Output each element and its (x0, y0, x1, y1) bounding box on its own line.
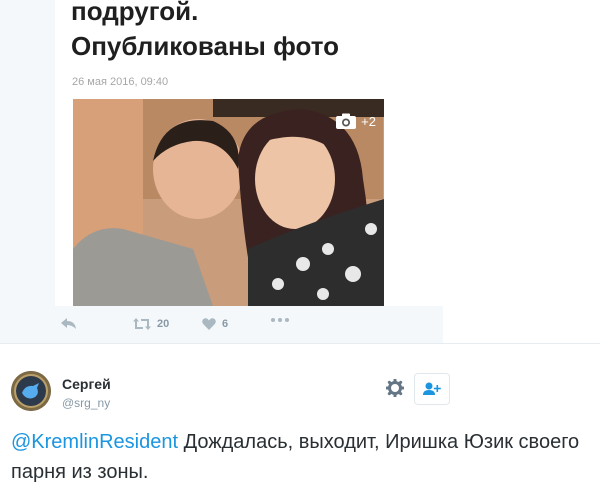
article-photo[interactable]: +2 (73, 99, 384, 306)
author-name[interactable]: Сергей (62, 376, 111, 392)
article-date: 26 мая 2016, 09:40 (72, 76, 169, 88)
retweet-icon (133, 318, 151, 330)
embed-action-bar: 20 6 (0, 306, 443, 343)
settings-button[interactable] (384, 377, 406, 399)
camera-icon (336, 113, 357, 129)
gear-icon (386, 379, 404, 397)
follow-icon (423, 382, 441, 395)
avatar[interactable] (11, 371, 51, 411)
like-count: 6 (222, 318, 229, 330)
author-handle[interactable]: @srg_ny (62, 396, 110, 410)
more-icon (271, 318, 289, 322)
embedded-tweet-area: подругой. Опубликованы фото 26 мая 2016,… (0, 0, 443, 343)
more-button[interactable] (271, 318, 289, 322)
headline-line-2: Опубликованы фото (71, 31, 339, 61)
photo-count: +2 (361, 114, 376, 129)
tweet-text: @KremlinResident Дождалась, выходит, Ири… (11, 427, 596, 487)
retweet-count: 20 (157, 318, 170, 330)
photo-illustration (73, 99, 384, 306)
tweet: Сергей @srg_ny @KremlinResident Дождалас… (0, 343, 600, 493)
headline-line-1: подругой. (71, 0, 199, 26)
mention-link[interactable]: @KremlinResident (11, 431, 178, 453)
retweet-button[interactable]: 20 (133, 318, 169, 330)
avatar-image (11, 371, 51, 411)
follow-button[interactable] (414, 373, 450, 405)
like-button[interactable]: 6 (202, 318, 228, 330)
reply-button[interactable] (61, 318, 77, 330)
reply-icon (61, 318, 76, 329)
photo-count-badge[interactable]: +2 (335, 113, 376, 130)
heart-icon (202, 318, 216, 330)
